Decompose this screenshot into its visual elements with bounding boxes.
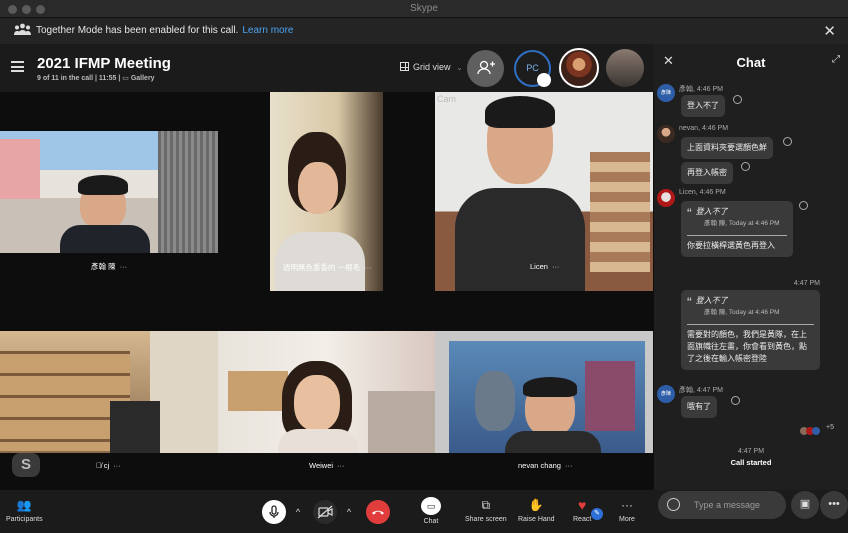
more-options-icon[interactable]: ··· xyxy=(113,461,121,470)
window-title: Skype xyxy=(410,3,438,14)
call-status: 9 of 11 in the call | 11:55 | ▭ Gallery xyxy=(37,75,155,82)
add-reaction-icon[interactable] xyxy=(741,162,750,171)
muted-mic-icon: 🎙̸ xyxy=(96,461,104,470)
avatar: 彥陳 xyxy=(657,84,675,102)
more-options-icon[interactable]: ··· xyxy=(364,263,372,272)
add-reaction-icon[interactable] xyxy=(799,201,808,210)
cam-watermark: Cam xyxy=(437,94,457,104)
muted-mic-icon xyxy=(537,73,551,87)
camera-options-chevron-icon[interactable]: ^ xyxy=(342,505,356,519)
more-icon: ••• xyxy=(828,498,840,510)
raise-hand-button[interactable]: ✋ Raise Hand xyxy=(518,497,555,523)
message-sender: nevan, 4:46 PM xyxy=(679,125,729,132)
chat-panel: ✕ Chat ⤢ 彥陳 彥翰, 4:46 PM 登入不了 nevan, 4:46… xyxy=(654,44,848,490)
participant-avatar[interactable] xyxy=(606,49,644,87)
grid-icon xyxy=(400,62,409,71)
call-header: 2021 IFMP Meeting 9 of 11 in the call | … xyxy=(0,44,654,92)
chat-button[interactable]: ▭ Chat xyxy=(421,497,441,525)
system-message: 4:47 PM Call started xyxy=(730,448,772,467)
add-reaction-icon[interactable] xyxy=(733,95,742,104)
video-tile[interactable] xyxy=(0,331,218,453)
edit-icon[interactable]: ✎ xyxy=(591,508,603,520)
participant-name: 透明無色香香的 一根毛 ··· xyxy=(283,263,372,272)
message-sender: Licen, 4:46 PM xyxy=(679,189,726,196)
chat-icon: ▭ xyxy=(421,497,441,515)
add-reaction-icon[interactable] xyxy=(731,396,740,405)
video-tile[interactable] xyxy=(0,131,218,253)
chat-message[interactable]: 哦有了 xyxy=(681,396,717,418)
message-composer: ▣ ••• xyxy=(656,490,848,533)
chat-title: Chat xyxy=(736,55,766,70)
more-button[interactable]: ··· More xyxy=(619,497,635,523)
participants-button[interactable]: 👥 Participants xyxy=(6,497,43,523)
more-options-icon[interactable]: ··· xyxy=(337,461,345,470)
read-receipts xyxy=(800,422,820,440)
message-time: 4:47 PM xyxy=(793,280,820,287)
message-input[interactable] xyxy=(694,498,779,512)
seen-count: +5 xyxy=(826,424,834,431)
heart-icon: ♥ xyxy=(577,497,587,513)
skype-logo: S xyxy=(12,453,40,477)
mic-options-chevron-icon[interactable]: ^ xyxy=(291,505,305,519)
people-icon: 👥 xyxy=(16,498,32,512)
add-participant-button[interactable] xyxy=(467,50,504,87)
share-screen-icon: ⧉ xyxy=(481,498,491,512)
message-sender: 彥翰, 4:47 PM xyxy=(679,387,723,394)
video-tile[interactable] xyxy=(218,331,435,453)
more-options-button[interactable]: ••• xyxy=(820,491,848,519)
more-icon: ··· xyxy=(620,498,633,512)
hang-up-icon xyxy=(372,510,384,515)
participant-name: Weiwei ··· xyxy=(309,461,345,470)
avatar xyxy=(657,125,675,143)
meeting-title: 2021 IFMP Meeting xyxy=(37,55,171,72)
end-call-button[interactable] xyxy=(366,500,390,524)
learn-more-link[interactable]: Learn more xyxy=(242,25,293,36)
menu-icon[interactable] xyxy=(11,61,24,72)
chat-message[interactable]: “登入不了 彥翰 陳, Today at 4:46 PM 你要拉橫桿選黃色再登入 xyxy=(681,201,793,257)
more-options-icon[interactable]: ··· xyxy=(552,262,560,271)
chevron-down-icon: ⌄ xyxy=(456,65,463,72)
participant-name: Licen ··· xyxy=(530,262,560,271)
participant-name: nevan chang ··· xyxy=(518,461,573,470)
quote-icon: “ xyxy=(687,205,692,221)
call-toolbar: 👥 Participants ^ ^ ▭ Chat ⧉ Share screen ✋ R… xyxy=(0,490,654,533)
participant-avatar[interactable] xyxy=(559,48,599,88)
avatar: 彥陳 xyxy=(657,385,675,403)
camera-off-icon xyxy=(317,505,333,519)
chat-message[interactable]: 上面資料夾要選顏色鮮 xyxy=(681,137,773,159)
chat-message[interactable]: 再登入帳密 xyxy=(681,162,733,184)
close-icon[interactable]: ✕ xyxy=(823,22,836,40)
window-titlebar: Skype xyxy=(0,0,848,18)
grid-view-dropdown[interactable]: Grid view ⌄ xyxy=(400,62,462,72)
share-screen-button[interactable]: ⧉ Share screen xyxy=(465,497,507,523)
microphone-icon xyxy=(269,505,279,518)
add-reaction-icon[interactable] xyxy=(783,137,792,146)
participant-name: 彥翰 陳 ··· xyxy=(91,262,128,271)
people-icon xyxy=(14,23,31,35)
camera-button[interactable] xyxy=(313,500,337,524)
quote-icon: “ xyxy=(687,294,692,310)
more-options-icon[interactable]: ··· xyxy=(565,461,573,470)
add-person-icon xyxy=(477,60,495,75)
more-options-icon[interactable]: ··· xyxy=(120,262,128,271)
message-sender: 彥翰, 4:46 PM xyxy=(679,86,723,93)
hand-icon: ✋ xyxy=(528,498,544,512)
chat-message[interactable]: 登入不了 xyxy=(681,95,725,117)
banner-text: Together Mode has been enabled for this … xyxy=(36,25,294,36)
avatar xyxy=(657,189,675,207)
gallery-icon: ▭ xyxy=(122,75,129,82)
emoji-icon[interactable] xyxy=(667,498,680,511)
gallery-picker-button[interactable]: ▣ xyxy=(791,491,819,519)
react-button[interactable]: ♥ React xyxy=(573,497,591,523)
together-mode-banner: Together Mode has been enabled for this … xyxy=(0,18,848,44)
video-tile[interactable] xyxy=(435,331,653,453)
image-icon: ▣ xyxy=(799,498,811,510)
participant-avatar-pc[interactable]: PC xyxy=(514,50,551,87)
video-gallery: 彥翰 陳 ··· 透明無色香香的 一根毛 ··· Cam Licen ··· 🎙̸ c… xyxy=(0,92,654,490)
message-box xyxy=(658,491,786,519)
expand-icon[interactable]: ⤢ xyxy=(832,54,840,65)
chat-message[interactable]: “登入不了 彥翰 陳, Today at 4:46 PM 需要對的顏色，我們是黃… xyxy=(681,290,820,370)
participant-name: 🎙̸ cj ··· xyxy=(96,461,121,470)
microphone-button[interactable] xyxy=(262,500,286,524)
